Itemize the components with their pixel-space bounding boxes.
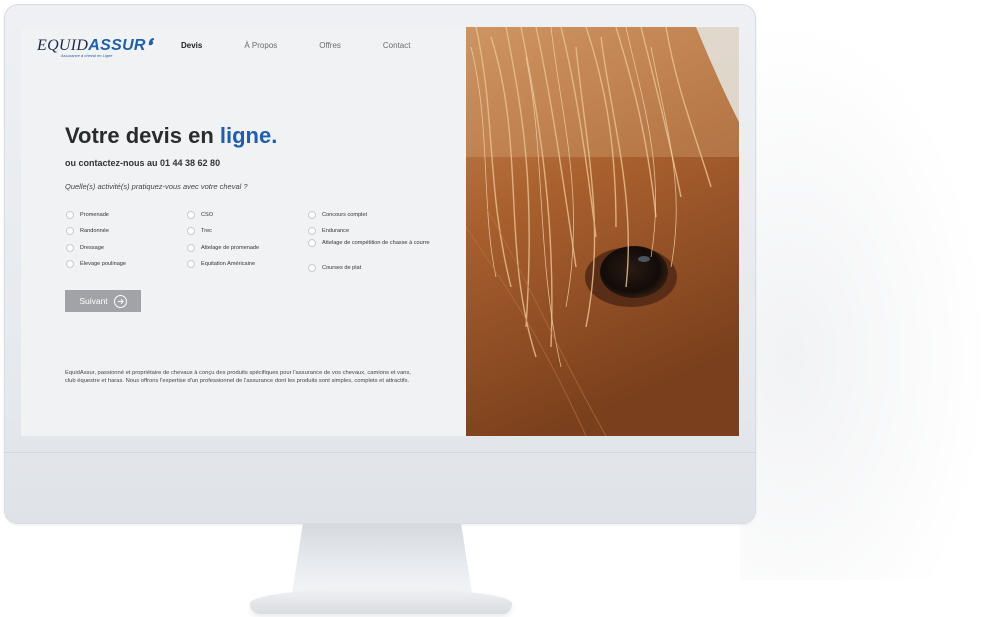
radio-button[interactable] xyxy=(66,260,74,268)
nav-item-offres[interactable]: Offres xyxy=(319,41,341,50)
option-label: Attelage de promenade xyxy=(201,245,260,251)
content-pane: EQUIDASSUR Assurance à cheval en Ligne D… xyxy=(21,27,466,436)
radio-button[interactable] xyxy=(308,264,316,272)
option-endurance[interactable]: Endurance xyxy=(308,227,349,235)
option-promenade[interactable]: Promenade xyxy=(66,211,109,219)
title-main: Votre devis en xyxy=(65,123,220,148)
radio-button[interactable] xyxy=(308,211,316,219)
option-label: Courses de plat xyxy=(322,265,362,271)
mockup-shadow xyxy=(740,20,990,580)
monitor-chin-divider xyxy=(4,452,756,453)
arrow-right-circle-icon xyxy=(113,294,127,308)
radio-button[interactable] xyxy=(66,244,74,252)
title-accent: ligne. xyxy=(219,123,278,148)
radio-button[interactable] xyxy=(187,244,195,252)
option-trec[interactable]: Trec xyxy=(187,227,212,235)
horse-photo-illustration xyxy=(466,27,739,436)
option-label: Élevage poulinage xyxy=(80,261,127,267)
option-label: Concours complet xyxy=(322,212,368,218)
nav-item-contact[interactable]: Contact xyxy=(383,41,411,50)
option-cso[interactable]: CSO xyxy=(187,211,213,219)
logo-part1: EQUID xyxy=(37,37,89,54)
option-dressage[interactable]: Dressage xyxy=(66,244,104,252)
option-label: CSO xyxy=(201,212,214,218)
phone-number[interactable]: 01 44 38 62 80 xyxy=(160,158,220,168)
radio-button[interactable] xyxy=(187,260,195,268)
main-nav: Devis À Propos Offres Contact xyxy=(181,41,452,50)
activity-question: Quelle(s) activité(s) pratiquez-vous ave… xyxy=(65,182,248,191)
monitor-stand-base xyxy=(250,588,512,614)
option-attelage-competition[interactable]: Attelage de compétition de chasse à cour… xyxy=(308,239,430,247)
option-concours-complet[interactable]: Concours complet xyxy=(308,211,367,219)
horse-eye-photo xyxy=(466,27,739,436)
option-courses-de-plat[interactable]: Courses de plat xyxy=(308,264,361,272)
next-button-label: Suivant xyxy=(79,296,108,306)
imac-mockup: EQUIDASSUR Assurance à cheval en Ligne D… xyxy=(0,0,1000,617)
nav-item-a-propos[interactable]: À Propos xyxy=(244,41,277,50)
option-label: Randonnée xyxy=(80,228,109,234)
option-label: Trec xyxy=(201,228,212,234)
option-label: Dressage xyxy=(80,245,104,251)
contact-prefix: ou contactez-nous au xyxy=(65,158,161,168)
radio-button[interactable] xyxy=(66,227,74,235)
option-label: Equitation Américaine xyxy=(201,261,256,267)
page-title: Votre devis en ligne. xyxy=(65,123,277,149)
radio-button[interactable] xyxy=(66,211,74,219)
logo-part2: ASSUR xyxy=(88,37,146,54)
option-label: Endurance xyxy=(322,228,350,234)
next-button[interactable]: Suivant xyxy=(65,290,141,312)
radio-button[interactable] xyxy=(187,227,195,235)
option-attelage-promenade[interactable]: Attelage de promenade xyxy=(187,244,259,252)
logo-horse-icon xyxy=(148,37,154,46)
site-logo[interactable]: EQUIDASSUR Assurance à cheval en Ligne xyxy=(37,37,156,58)
about-text: EquidAssur, passionné et propriétaire de… xyxy=(65,370,411,385)
option-label: Attelage de compétition de chasse à cour… xyxy=(322,240,430,246)
option-equitation-americaine[interactable]: Equitation Américaine xyxy=(187,260,255,268)
option-elevage-poulinage[interactable]: Élevage poulinage xyxy=(66,260,126,268)
radio-button[interactable] xyxy=(187,211,195,219)
radio-button[interactable] xyxy=(308,227,316,235)
option-randonnee[interactable]: Randonnée xyxy=(66,227,109,235)
website-screen: EQUIDASSUR Assurance à cheval en Ligne D… xyxy=(21,27,739,436)
contact-line: ou contactez-nous au 01 44 38 62 80 xyxy=(65,158,220,168)
monitor-stand-neck xyxy=(292,524,472,594)
arrow-right-icon xyxy=(117,298,124,304)
radio-button[interactable] xyxy=(308,239,316,247)
option-label: Promenade xyxy=(80,212,109,218)
nav-item-devis[interactable]: Devis xyxy=(181,41,202,50)
